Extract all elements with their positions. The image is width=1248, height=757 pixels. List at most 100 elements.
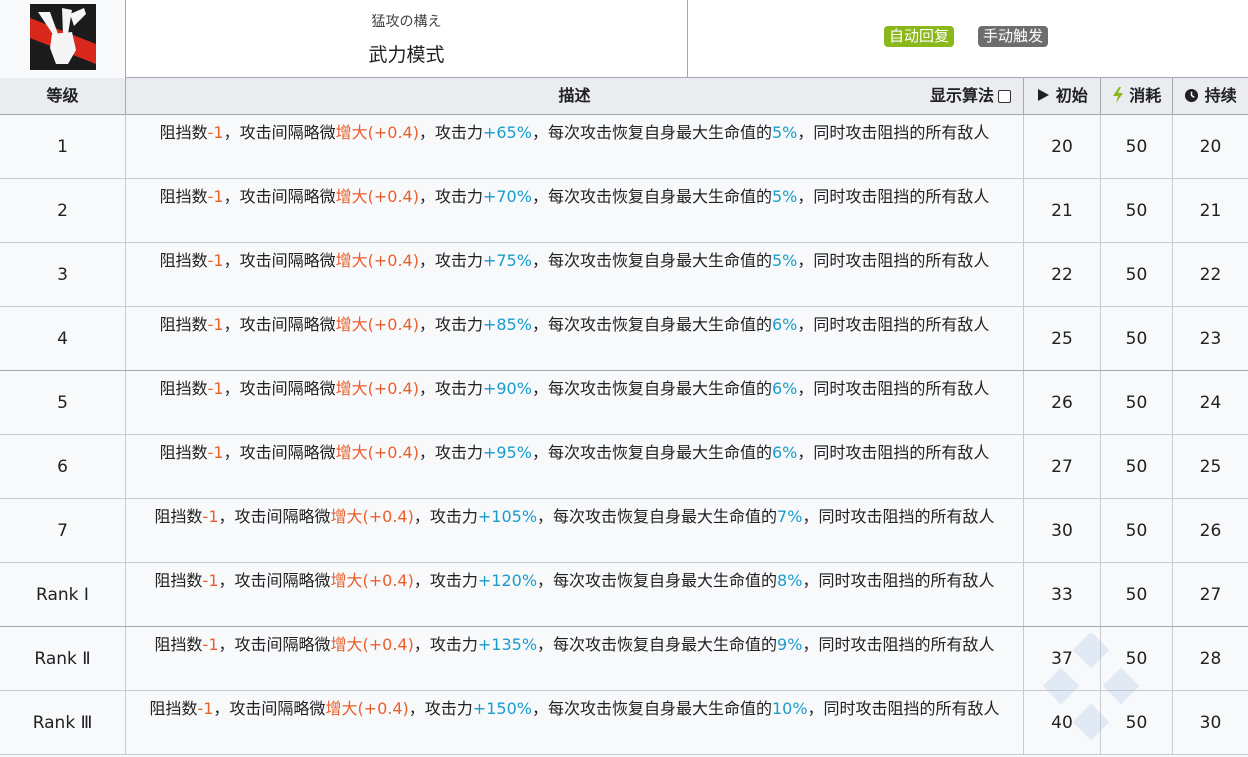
block-change: -1: [207, 187, 224, 206]
header-duration-label: 持续: [1204, 86, 1237, 105]
cell-initial: 25: [1024, 307, 1101, 370]
desc-text: 阻挡数: [159, 315, 208, 334]
cell-initial: 27: [1024, 435, 1101, 498]
header-cost-label: 消耗: [1129, 86, 1162, 105]
heal-percent: 6%: [771, 443, 798, 462]
desc-text: ，攻击间隔略微: [223, 315, 336, 334]
table-row: 4 阻挡数-1，攻击间隔略微增大(+0.4)，攻击力+85%，每次攻击恢复自身最大…: [0, 307, 1248, 371]
atk-bonus: +75%: [482, 251, 532, 270]
cell-description: 阻挡数-1，攻击间隔略微增大(+0.4)，攻击力+150%，每次攻击恢复自身最大…: [126, 691, 1024, 754]
cell-description: 阻挡数-1，攻击间隔略微增大(+0.4)，攻击力+95%，每次攻击恢复自身最大生…: [126, 435, 1024, 498]
cell-initial: 21: [1024, 179, 1101, 242]
atk-bonus: +105%: [477, 507, 538, 526]
cell-level: 6: [0, 435, 126, 498]
desc-text: ，同时攻击阻挡的所有敌人: [797, 379, 990, 398]
table-row: 3 阻挡数-1，攻击间隔略微增大(+0.4)，攻击力+75%，每次攻击恢复自身最大…: [0, 243, 1248, 307]
table-row: 1 阻挡数-1，攻击间隔略微增大(+0.4)，攻击力+65%，每次攻击恢复自身最大…: [0, 115, 1248, 179]
cell-duration: 21: [1199, 200, 1222, 221]
block-change: -1: [202, 635, 219, 654]
desc-text: ，攻击间隔略微: [223, 187, 336, 206]
block-change: -1: [207, 379, 224, 398]
cell-cost: 50: [1101, 435, 1173, 498]
desc-text: ，每次攻击恢复自身最大生命值的: [531, 251, 772, 270]
desc-text: ，同时攻击阻挡的所有敌人: [802, 571, 995, 590]
skill-jp-name: 猛攻の構え: [371, 14, 442, 30]
header-desc-label: 描述: [558, 86, 591, 105]
desc-text: 阻挡数: [154, 571, 203, 590]
cell-level: Rank Ⅲ: [0, 691, 126, 754]
table-header: 等级 描述 显示算法 初始 消耗 持续: [0, 78, 1248, 115]
desc-text: ，攻击力: [413, 571, 478, 590]
cell-duration: 30: [1199, 712, 1222, 733]
desc-text: ，每次攻击恢复自身最大生命值的: [531, 443, 772, 462]
show-algorithm-toggle[interactable]: 显示算法: [930, 78, 1011, 114]
heal-percent: 5%: [771, 187, 798, 206]
cell-description: 阻挡数-1，攻击间隔略微增大(+0.4)，攻击力+70%，每次攻击恢复自身最大生…: [126, 179, 1024, 242]
cell-level: 2: [0, 179, 126, 242]
table-row: 5 阻挡数-1，攻击间隔略微增大(+0.4)，攻击力+90%，每次攻击恢复自身最大…: [0, 371, 1248, 435]
cell-duration: 24: [1199, 392, 1222, 413]
tag-auto-recovery: 自动回复: [884, 26, 955, 47]
cell-cost: 50: [1101, 179, 1173, 242]
desc-text: ，同时攻击阻挡的所有敌人: [797, 123, 990, 142]
atk-bonus: +120%: [477, 571, 538, 590]
desc-text: ，每次攻击恢复自身最大生命值的: [537, 571, 778, 590]
desc-text: ，攻击力: [418, 251, 483, 270]
interval-change: 增大(+0.4): [335, 187, 419, 206]
cell-duration: 28: [1199, 648, 1222, 669]
desc-text: 阻挡数: [154, 507, 203, 526]
desc-text: ，每次攻击恢复自身最大生命值的: [531, 699, 772, 718]
header-initial-label: 初始: [1055, 86, 1088, 105]
desc-text: 阻挡数: [149, 699, 198, 718]
desc-text: ，攻击间隔略微: [218, 571, 331, 590]
desc-text: 阻挡数: [159, 443, 208, 462]
block-change: -1: [202, 571, 219, 590]
desc-text: ，攻击间隔略微: [223, 379, 336, 398]
desc-text: 阻挡数: [154, 635, 203, 654]
heal-percent: 7%: [777, 507, 803, 526]
desc-text: ，同时攻击阻挡的所有敌人: [797, 251, 990, 270]
interval-change: 增大(+0.4): [335, 251, 419, 270]
interval-change: 增大(+0.4): [330, 571, 414, 590]
header-cost: 消耗: [1101, 78, 1173, 114]
cell-cost: 50: [1101, 563, 1173, 626]
desc-text: ，攻击力: [418, 187, 483, 206]
skill-name-cell: 猛攻の構え 武力模式: [126, 0, 688, 78]
cell-initial: 20: [1024, 115, 1101, 178]
cell-initial: 22: [1024, 243, 1101, 306]
desc-text: ，同时攻击阻挡的所有敌人: [797, 187, 990, 206]
interval-change: 增大(+0.4): [330, 635, 414, 654]
desc-text: ，攻击间隔略微: [223, 443, 336, 462]
cell-duration: 23: [1199, 328, 1222, 349]
desc-text: 阻挡数: [159, 379, 208, 398]
desc-text: ，同时攻击阻挡的所有敌人: [802, 507, 995, 526]
atk-bonus: +135%: [477, 635, 538, 654]
table-row: 2 阻挡数-1，攻击间隔略微增大(+0.4)，攻击力+70%，每次攻击恢复自身最大…: [0, 179, 1248, 243]
desc-text: ，同时攻击阻挡的所有敌人: [797, 315, 990, 334]
show-algorithm-checkbox[interactable]: [998, 89, 1011, 103]
raised-fist-icon: [30, 4, 96, 70]
interval-change: 增大(+0.4): [325, 699, 409, 718]
desc-text: ，同时攻击阻挡的所有敌人: [797, 443, 990, 462]
cell-level: 1: [0, 115, 126, 178]
show-algorithm-label: 显示算法: [929, 86, 994, 105]
desc-text: ，每次攻击恢复自身最大生命值的: [531, 315, 772, 334]
cell-description: 阻挡数-1，攻击间隔略微增大(+0.4)，攻击力+120%，每次攻击恢复自身最大…: [126, 563, 1024, 626]
cell-initial: 30: [1024, 499, 1101, 562]
tag-manual-trigger: 手动触发: [978, 26, 1049, 47]
atk-bonus: +65%: [482, 123, 532, 142]
interval-change: 增大(+0.4): [335, 315, 419, 334]
block-change: -1: [207, 315, 224, 334]
cell-level: Rank Ⅰ: [0, 563, 126, 626]
cell-initial: 26: [1024, 371, 1101, 434]
cell-level: 4: [0, 307, 126, 370]
desc-text: ，攻击间隔略微: [218, 635, 331, 654]
block-change: -1: [207, 123, 224, 142]
atk-bonus: +85%: [482, 315, 532, 334]
cell-cost: 50: [1101, 371, 1173, 434]
desc-text: 阻挡数: [159, 251, 208, 270]
table-row: 6 阻挡数-1，攻击间隔略微增大(+0.4)，攻击力+95%，每次攻击恢复自身最大…: [0, 435, 1248, 499]
heal-percent: 9%: [777, 635, 803, 654]
watermark-diamond-icon: [1028, 631, 1158, 753]
skill-header: 猛攻の構え 武力模式 自动回复 手动触发: [0, 0, 1248, 78]
